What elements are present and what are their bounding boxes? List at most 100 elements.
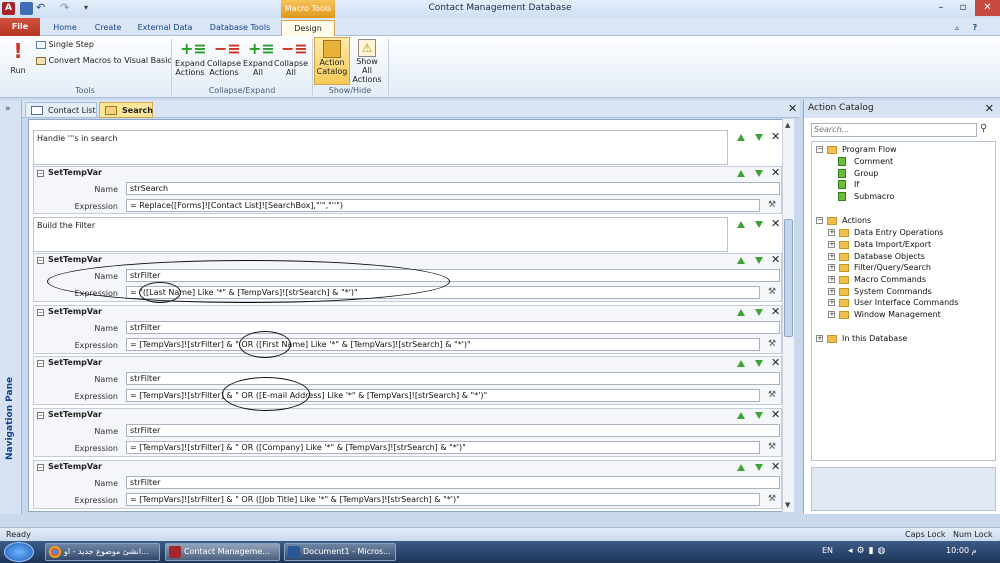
delete-icon[interactable]: ✕ [771,218,780,229]
tree-node-action-category[interactable]: System Commands [854,286,932,297]
settempvar-block[interactable]: − SetTempVar Name strFilter Expression =… [33,356,782,405]
run-button[interactable]: ! Run [4,40,32,75]
expand-icon[interactable]: + [828,264,835,271]
tree-node-action-category[interactable]: Filter/Query/Search [854,262,931,273]
navigation-pane[interactable]: » Navigation Pane [0,100,22,514]
search-icon[interactable]: ⚲ [980,123,987,134]
move-up-icon[interactable] [737,309,745,316]
delete-icon[interactable]: ✕ [771,409,780,420]
start-button[interactable] [4,542,34,562]
tree-node-program-flow[interactable]: Program Flow [842,144,897,155]
move-down-icon[interactable] [755,360,763,367]
close-window-button[interactable]: ✕ [975,0,1000,16]
move-down-icon[interactable] [755,134,763,141]
move-up-icon[interactable] [737,360,745,367]
close-document-icon[interactable]: ✕ [788,102,797,115]
language-indicator[interactable]: EN [822,546,833,555]
move-down-icon[interactable] [755,221,763,228]
expression-field[interactable]: = Replace([Forms]![Contact List]![Search… [126,199,760,212]
expression-builder-icon[interactable]: ⚒ [766,494,778,505]
delete-icon[interactable]: ✕ [771,131,780,142]
settempvar-block[interactable]: − SetTempVar Name strFilter Expression =… [33,408,782,457]
tree-node-action-category[interactable]: User Interface Commands [854,297,958,308]
comment-handle-quotes[interactable]: Handle '''s in search [33,130,728,165]
scroll-down-icon[interactable]: ▼ [785,501,790,509]
expand-icon[interactable]: + [828,311,835,318]
catalog-tree[interactable]: − Program Flow Comment Group If Submacro… [811,141,996,461]
action-catalog-button[interactable]: Action Catalog [314,37,350,85]
name-field[interactable]: strFilter [126,321,780,334]
expression-builder-icon[interactable]: ⚒ [766,442,778,453]
collapse-icon[interactable]: − [816,217,823,224]
tree-node-group[interactable]: Group [854,168,878,179]
convert-macros-button[interactable]: Convert Macros to Visual Basic [36,56,172,65]
collapse-all-button[interactable]: −≡ Collapse All [274,39,308,77]
expand-icon[interactable]: + [828,253,835,260]
nav-pane-toggle-icon[interactable]: » [5,104,11,114]
move-up-icon[interactable] [737,464,745,471]
settempvar-block[interactable]: − SetTempVar Name strSearch Expression =… [33,166,782,214]
tree-node-in-this-database[interactable]: In this Database [842,333,907,344]
close-catalog-icon[interactable]: ✕ [985,100,994,117]
expression-field[interactable]: = [TempVars]![strFilter] & " OR ([First … [126,338,760,351]
expression-field[interactable]: = [TempVars]![strFilter] & " OR ([Job Ti… [126,493,760,506]
tab-contact-list[interactable]: Contact List [25,102,97,118]
expression-builder-icon[interactable]: ⚒ [766,200,778,211]
single-step-button[interactable]: Single Step [36,40,94,49]
scroll-thumb[interactable] [784,219,793,337]
expand-icon[interactable]: + [816,335,823,342]
move-down-icon[interactable] [755,412,763,419]
tree-node-action-category[interactable]: Data Entry Operations [854,227,943,238]
collapse-actions-button[interactable]: −≡ Collapse Actions [206,39,242,77]
catalog-search-input[interactable]: Search... [811,123,977,137]
collapse-ribbon-icon[interactable]: ▵ [950,20,964,36]
tab-database-tools[interactable]: Database Tools [204,20,276,36]
name-field[interactable]: strFilter [126,372,780,385]
expand-all-button[interactable]: +≡ Expand All [242,39,275,77]
expand-icon[interactable]: + [828,276,835,283]
tree-node-action-category[interactable]: Window Management [854,309,941,320]
settempvar-block[interactable]: − SetTempVar Name strFilter Expression =… [33,305,782,354]
tab-external-data[interactable]: External Data [134,20,196,36]
tree-node-comment[interactable]: Comment [854,156,893,167]
move-up-icon[interactable] [737,134,745,141]
move-down-icon[interactable] [755,257,763,264]
clock[interactable]: 10:00 م [946,546,977,555]
name-field[interactable]: strFilter [126,424,780,437]
minimize-button[interactable]: – [930,0,952,16]
move-up-icon[interactable] [737,412,745,419]
taskbar-item-browser[interactable]: انشئ موضوع جديد - او... [45,543,160,561]
move-up-icon[interactable] [737,221,745,228]
expand-icon[interactable]: + [828,288,835,295]
tray-icons[interactable]: ◂⚙▮◍ [848,546,889,556]
tab-search[interactable]: Search [99,102,153,118]
taskbar-item-word[interactable]: Document1 - Micros... [284,543,396,561]
tree-node-action-category[interactable]: Data Import/Export [854,239,931,250]
maximize-button[interactable]: ▫ [952,0,974,16]
move-up-icon[interactable] [737,257,745,264]
tab-home[interactable]: Home [48,20,82,36]
delete-icon[interactable]: ✕ [771,357,780,368]
tab-create[interactable]: Create [90,20,126,36]
expression-field[interactable]: = [TempVars]![strFilter] & " OR ([Compan… [126,441,760,454]
move-down-icon[interactable] [755,170,763,177]
tree-node-action-category[interactable]: Database Objects [854,251,925,262]
macro-designer[interactable]: Handle '''s in search ✕ − SetTempVar Nam… [28,119,794,512]
expand-icon[interactable]: + [828,229,835,236]
move-down-icon[interactable] [755,309,763,316]
expression-builder-icon[interactable]: ⚒ [766,339,778,350]
taskbar-item-access[interactable]: Contact Manageme... [165,543,280,561]
tab-file[interactable]: File [0,18,40,36]
move-up-icon[interactable] [737,170,745,177]
settempvar-block[interactable]: − SetTempVar Name strFilter Expression =… [33,460,782,509]
delete-icon[interactable]: ✕ [771,306,780,317]
expand-actions-button[interactable]: +≡ Expand Actions [173,39,207,77]
expression-builder-icon[interactable]: ⚒ [766,390,778,401]
tree-node-if[interactable]: If [854,179,859,190]
delete-icon[interactable]: ✕ [771,461,780,472]
delete-icon[interactable]: ✕ [771,167,780,178]
name-field[interactable]: strSearch [126,182,780,195]
delete-icon[interactable]: ✕ [771,254,780,265]
tree-node-actions[interactable]: Actions [842,215,871,226]
comment-build-filter[interactable]: Build the Filter [33,217,728,252]
